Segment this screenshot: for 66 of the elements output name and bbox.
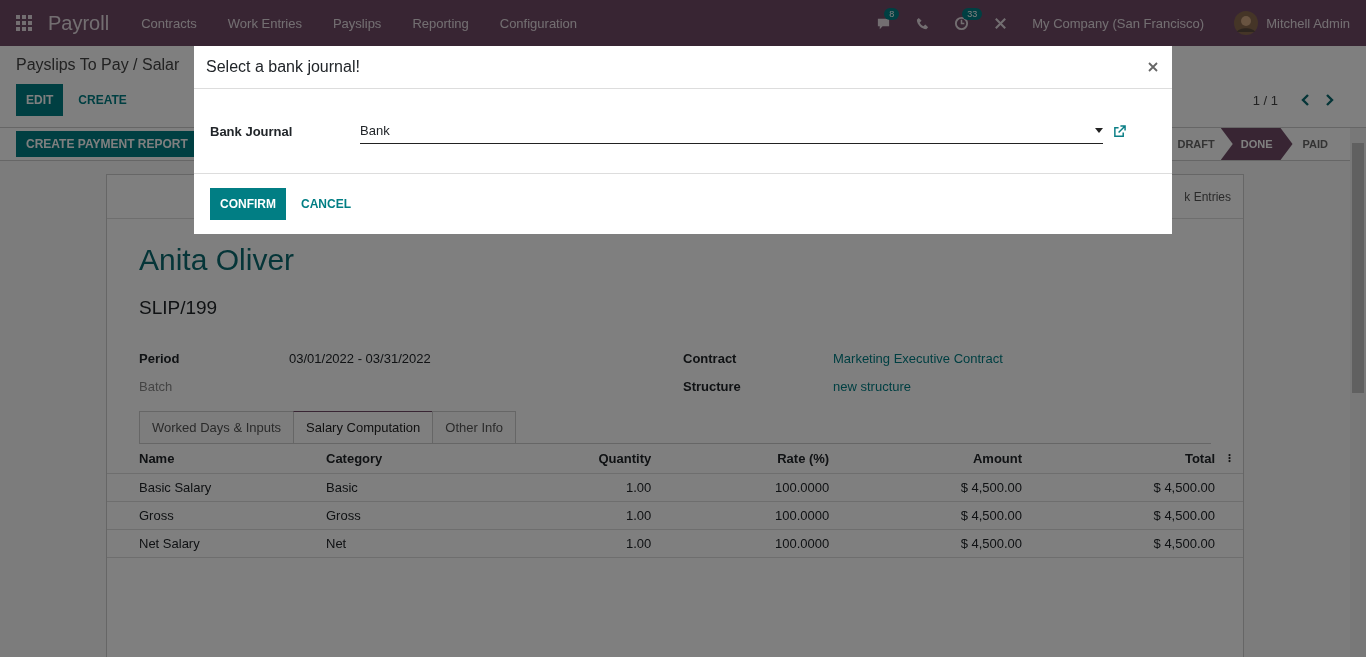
table-cell: 1.00 (625, 480, 652, 495)
phone-icon[interactable] (915, 15, 931, 31)
menu-item[interactable]: Reporting (412, 15, 469, 31)
field-label: Batch (139, 378, 174, 394)
table-cell: $ 4,500.00 (1153, 536, 1215, 551)
status-step[interactable]: DONE (1220, 128, 1293, 160)
activity-count-badge: 33 (962, 7, 983, 20)
table-cell: 100.0000 (774, 480, 830, 495)
column-header[interactable]: Total (1184, 451, 1215, 466)
table-cell: Gross (139, 508, 174, 523)
table-cell: $ 4,500.00 (960, 480, 1023, 495)
app-name: Payroll (48, 11, 110, 35)
table-cell: 1.00 (625, 508, 652, 523)
apps-grid-icon[interactable] (16, 15, 32, 31)
field-link[interactable]: new structure (833, 378, 1211, 394)
scrollbar[interactable] (1350, 128, 1366, 657)
field-label: Structure (683, 378, 742, 394)
table-cell: $ 4,500.00 (960, 536, 1023, 551)
external-link-icon[interactable] (1113, 124, 1126, 138)
table-cell: $ 4,500.00 (960, 508, 1023, 523)
column-header[interactable]: Category (326, 451, 383, 466)
column-header[interactable]: Quantity (598, 451, 652, 466)
clock-icon[interactable] (954, 15, 970, 31)
table-cell: Net (326, 536, 347, 551)
cancel-button[interactable]: CANCEL (286, 188, 366, 220)
close-icon[interactable] (1148, 62, 1158, 72)
confirm-button[interactable]: CONFIRM (210, 188, 286, 220)
bank-journal-select[interactable]: Bank (360, 118, 1103, 144)
tab[interactable]: Other Info (432, 411, 517, 443)
edit-button[interactable]: EDIT (16, 84, 64, 116)
column-options-icon[interactable] (1227, 453, 1231, 463)
previous-icon[interactable] (1300, 93, 1310, 107)
table-cell: Net Salary (139, 536, 200, 551)
menu-item[interactable]: Contracts (141, 15, 197, 31)
company-switcher[interactable]: My Company (San Francisco) (1032, 15, 1205, 31)
field-value: 03/01/2022 - 03/31/2022 (289, 350, 432, 366)
work-entries-button[interactable]: k Entries (1184, 189, 1231, 204)
column-header[interactable]: Name (139, 451, 175, 466)
table-cell: 100.0000 (774, 508, 830, 523)
table-cell: 100.0000 (774, 536, 830, 551)
tab[interactable]: Worked Days & Inputs (139, 411, 295, 443)
user-menu[interactable]: Mitchell Admin (1266, 15, 1350, 31)
field-label: Period (139, 350, 181, 366)
column-header[interactable]: Rate (%) (777, 451, 830, 466)
user-avatar[interactable] (1234, 11, 1259, 35)
payslip-reference: SLIP/199 (139, 297, 219, 319)
employee-name: Anita Oliver (139, 243, 296, 277)
table-cell: Gross (326, 508, 361, 523)
menu-item[interactable]: Work Entries (227, 15, 302, 31)
column-header[interactable]: Amount (972, 451, 1023, 466)
create-button[interactable]: CREATE (63, 84, 142, 116)
table-cell: $ 4,500.00 (1153, 508, 1215, 523)
next-icon[interactable] (1325, 93, 1335, 107)
table-cell: Basic Salary (139, 480, 212, 495)
field-label: Contract (683, 350, 738, 366)
table-cell: Basic (326, 480, 358, 495)
table-cell: $ 4,500.00 (1153, 480, 1215, 495)
status-step[interactable]: PAID (1292, 128, 1334, 160)
field-link[interactable]: Marketing Executive Contract (833, 350, 1211, 366)
dialog-title: Select a bank journal! (206, 58, 360, 76)
menu-item[interactable]: Payslips (332, 15, 382, 31)
field-label: Bank Journal (210, 123, 294, 139)
pager-value: 1 / 1 (1252, 92, 1278, 108)
message-count-badge: 8 (884, 7, 900, 20)
menu-item[interactable]: Configuration (499, 15, 578, 31)
table-cell: 1.00 (625, 536, 652, 551)
